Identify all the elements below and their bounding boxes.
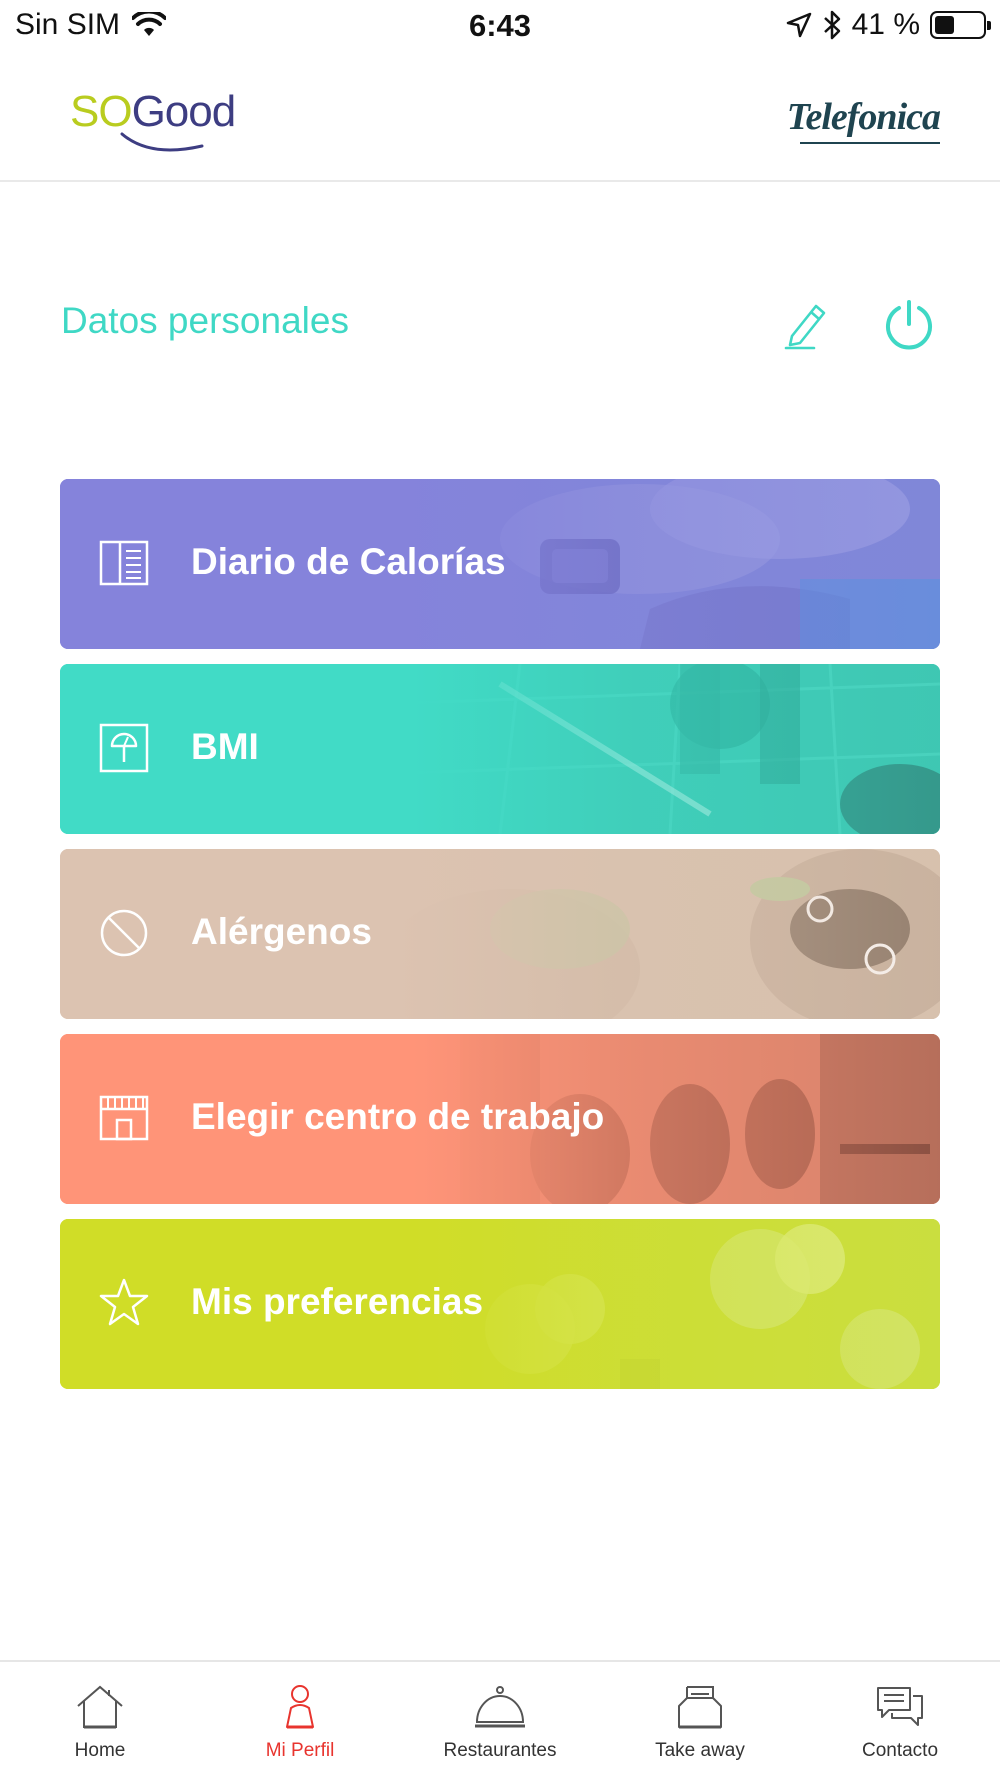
telefonica-underline (800, 142, 940, 144)
person-icon (286, 1685, 314, 1729)
app-header: SOGood Telefonica (0, 50, 1000, 182)
menu-card-bmi[interactable]: BMI (60, 664, 940, 834)
tab-take-away[interactable]: Take away (600, 1662, 800, 1778)
menu-card-label: Diario de Calorías (191, 541, 506, 582)
takeaway-box-icon (678, 1686, 722, 1729)
cloche-icon (475, 1686, 525, 1728)
tab-home[interactable]: Home (0, 1662, 200, 1778)
menu-card-allergens[interactable]: Alérgenos (60, 849, 940, 1019)
prohibited-icon (100, 909, 148, 957)
bluetooth-icon (823, 10, 840, 40)
tab-restaurants[interactable]: Restaurantes (400, 1662, 600, 1778)
tab-bar: Home Mi Perfil Restaurantes Take away Co… (0, 1660, 1000, 1778)
sogood-swoosh-icon (120, 132, 204, 152)
section-title: Datos personales (61, 300, 349, 341)
edit-pencil-icon[interactable] (780, 298, 830, 350)
menu-card-label: Alérgenos (191, 911, 372, 952)
chat-bubbles-icon (877, 1687, 923, 1726)
location-arrow-icon (786, 12, 811, 38)
tab-label: Contacto (861, 1740, 939, 1761)
menu-card-label: Mis preferencias (191, 1281, 484, 1322)
star-icon (99, 1278, 149, 1326)
house-icon (77, 1685, 123, 1729)
tab-contact[interactable]: Contacto (800, 1662, 1000, 1778)
tab-label: Mi Perfil (265, 1740, 335, 1761)
menu-card-calorie-diary[interactable]: Diario de Calorías (60, 479, 940, 649)
tab-my-profile[interactable]: Mi Perfil (200, 1662, 400, 1778)
battery-percent: 41 % (851, 8, 920, 41)
screen: Sin SIM 6:43 41 % SOGood Telefonica Dato… (0, 0, 1000, 1778)
menu-card-label: BMI (191, 726, 259, 767)
power-logout-icon[interactable] (883, 298, 935, 350)
menu-card-preferences[interactable]: Mis preferencias (60, 1219, 940, 1389)
tab-label: Home (74, 1740, 126, 1761)
scale-icon (99, 723, 149, 773)
telefonica-logo: Telefonica (786, 96, 941, 138)
menu-card-label: Elegir centro de trabajo (191, 1096, 605, 1137)
tab-label: Restaurantes (443, 1740, 557, 1761)
status-bar: Sin SIM 6:43 41 % (0, 0, 1000, 50)
journal-icon (99, 540, 149, 586)
storefront-icon (99, 1095, 149, 1141)
tab-label: Take away (655, 1740, 745, 1761)
battery-level (935, 16, 954, 34)
status-right: 41 % (786, 8, 991, 42)
battery-icon (930, 11, 991, 39)
menu-card-choose-workplace[interactable]: Elegir centro de trabajo (60, 1034, 940, 1204)
